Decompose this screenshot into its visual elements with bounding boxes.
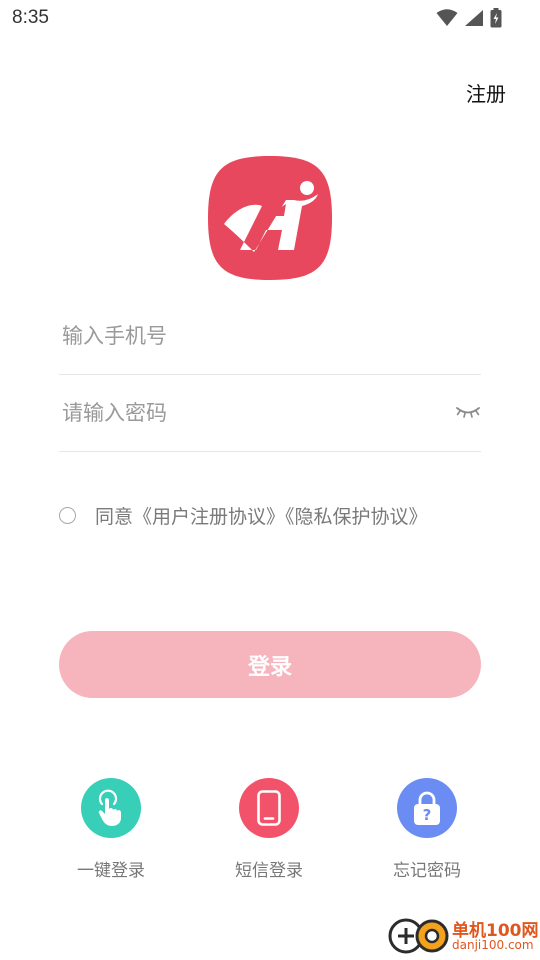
quick-icon-circle: ? [397, 778, 457, 838]
status-bar: 8:35 [0, 0, 540, 36]
agreement-row: 同意《用户注册协议》《隐私保护协议》 [59, 500, 428, 530]
svg-text:?: ? [423, 806, 432, 824]
login-button[interactable]: 登录 [59, 631, 481, 698]
phone-icon [257, 790, 281, 826]
watermark: 单机100网 danji100.com [388, 914, 539, 958]
lock-question-icon: ? [414, 791, 440, 825]
agreement-text[interactable]: 同意《用户注册协议》《隐私保护协议》 [95, 502, 428, 529]
phone-input[interactable] [62, 298, 442, 374]
status-icons [436, 8, 502, 28]
password-field-container [59, 375, 481, 452]
quick-label: 短信登录 [235, 861, 303, 881]
quick-login-one-tap[interactable]: 一键登录 [51, 778, 171, 881]
register-link[interactable]: 注册 [466, 78, 506, 107]
signal-icon [465, 10, 483, 26]
battery-charging-icon [490, 8, 502, 28]
quick-login-sms[interactable]: 短信登录 [209, 778, 329, 881]
quick-label: 忘记密码 [393, 861, 461, 881]
app-logo-icon [208, 156, 332, 280]
quick-icon-circle [81, 778, 141, 838]
status-time: 8:35 [12, 7, 49, 28]
agreement-checkbox[interactable] [59, 506, 76, 524]
quick-icon-circle [239, 778, 299, 838]
app-logo [206, 154, 334, 282]
quick-label: 一键登录 [77, 861, 145, 881]
watermark-url: danji100.com [452, 938, 534, 952]
eye-closed-icon[interactable] [455, 401, 481, 421]
watermark-logo-icon [388, 918, 449, 954]
phone-field-container [59, 298, 481, 375]
tap-hand-icon [98, 789, 121, 826]
quick-forgot-password[interactable]: ? 忘记密码 [367, 778, 487, 881]
password-input[interactable] [62, 375, 442, 451]
wifi-icon [436, 9, 458, 26]
